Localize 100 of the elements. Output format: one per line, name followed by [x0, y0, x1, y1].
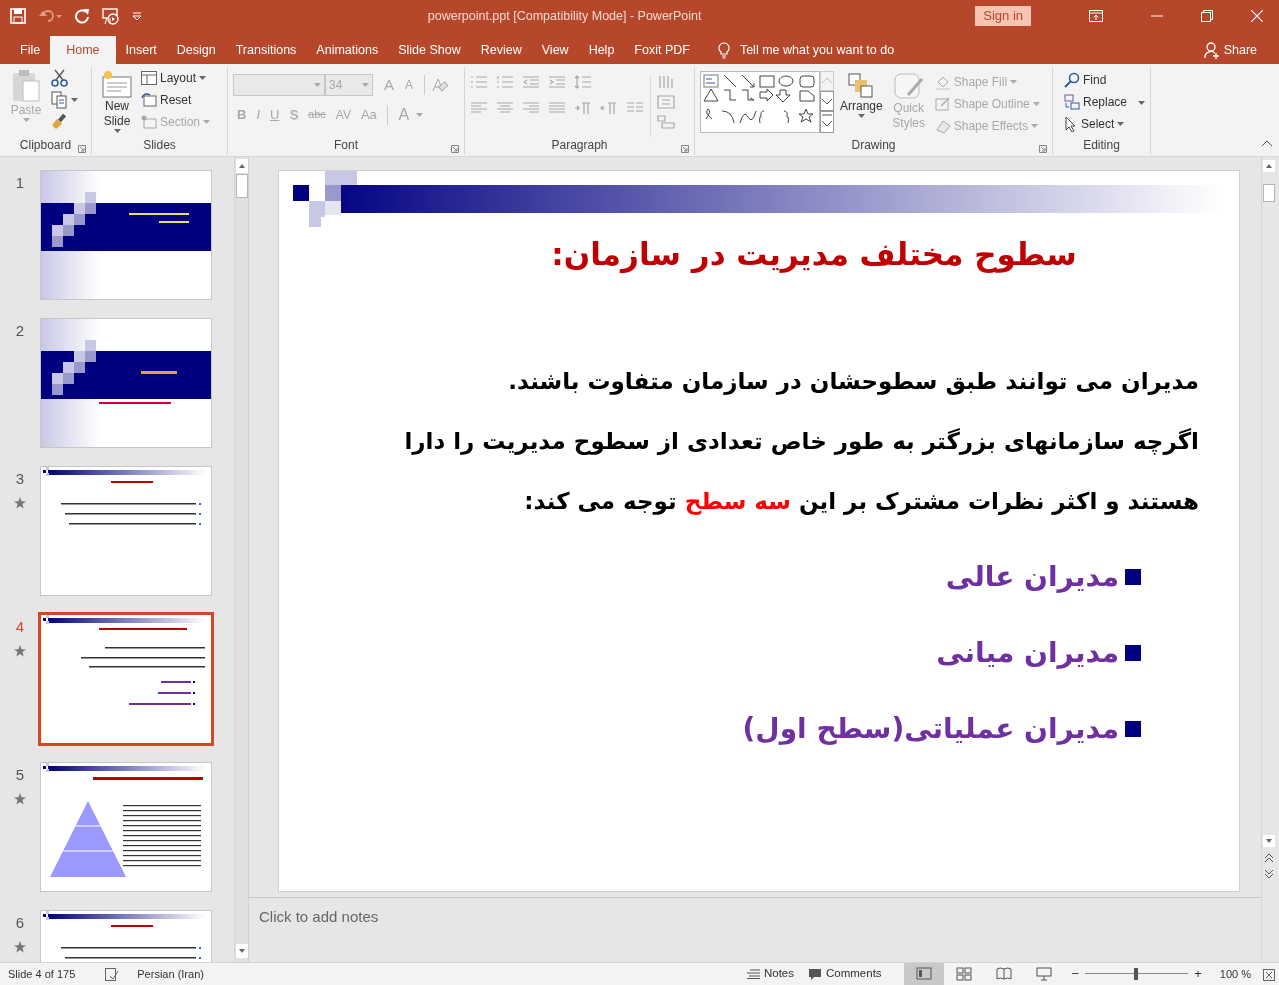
collapse-ribbon-icon[interactable]	[1261, 140, 1273, 148]
close-icon[interactable]	[1251, 10, 1263, 22]
comments-button[interactable]: Comments	[826, 965, 882, 983]
reset-button[interactable]: Reset	[141, 89, 211, 111]
scrollbar-thumb[interactable]	[236, 174, 248, 198]
presentation-icon[interactable]	[102, 7, 120, 25]
save-icon[interactable]	[10, 8, 26, 24]
slide-thumbnail[interactable]	[40, 762, 212, 892]
ribbon-display-options-icon[interactable]	[1089, 10, 1103, 22]
slide-title: سطوح مختلف مدیریت در سازمان:	[550, 235, 1078, 275]
zoom-in-button[interactable]: +	[1194, 964, 1202, 984]
group-label: Drawing	[700, 137, 1047, 155]
ribbon-tab[interactable]: Home	[50, 36, 116, 64]
zoom-slider[interactable]	[1085, 967, 1189, 981]
tell-me-search[interactable]: Tell me what you want to do	[739, 40, 895, 60]
slide-paragraph: مدیران می توانند طبق سطوحشان در سازمان متفاوت باشند.	[507, 367, 1199, 397]
shape-outline-icon	[934, 96, 951, 112]
slide-number: 2	[14, 321, 26, 341]
ribbon-tab[interactable]: Insert	[115, 36, 167, 64]
gallery-more-icon[interactable]	[820, 111, 834, 133]
notes-placeholder[interactable]: Click to add notes	[259, 908, 379, 925]
slide-thumbnail[interactable]	[38, 612, 214, 746]
group-label: Paragraph	[470, 137, 689, 155]
ribbon-tab[interactable]: Help	[578, 36, 625, 64]
caret-icon	[314, 83, 321, 88]
caret-icon	[199, 76, 207, 80]
slide-number: 3	[14, 469, 26, 489]
ribbon-tab[interactable]: File	[10, 36, 51, 64]
ribbon-tab[interactable]: View	[531, 36, 579, 64]
share-button[interactable]: Share	[1223, 40, 1257, 60]
fit-to-window-icon[interactable]	[1263, 968, 1275, 981]
group-label: Slides	[142, 137, 177, 154]
caret-icon	[203, 120, 211, 124]
person-add-icon[interactable]	[1203, 41, 1220, 59]
restore-icon[interactable]	[1201, 10, 1213, 22]
scroll-down-icon[interactable]	[1262, 834, 1276, 848]
caret-icon	[362, 83, 369, 88]
zoom-out-button[interactable]: −	[1071, 964, 1080, 984]
view-button[interactable]	[903, 963, 944, 985]
ribbon-tab[interactable]: Review	[470, 36, 532, 64]
notes-button[interactable]: Notes	[763, 965, 794, 983]
slider-thumb[interactable]	[1133, 968, 1138, 980]
layout-icon	[141, 71, 157, 85]
copy-icon[interactable]	[51, 91, 67, 109]
layout-button[interactable]: Layout	[141, 67, 211, 89]
ribbon-tab[interactable]: Foxit PDF	[624, 36, 700, 64]
select-button[interactable]: Select	[1064, 113, 1145, 135]
language-indicator[interactable]: Persian (Iran)	[137, 965, 204, 983]
scissors-icon[interactable]	[51, 69, 69, 87]
section-icon	[141, 115, 157, 129]
shape-fill-icon	[934, 74, 951, 90]
reset-icon	[141, 93, 157, 107]
group-label: Font	[233, 137, 459, 155]
gallery-down-icon[interactable]	[820, 91, 834, 111]
slide-thumbnail[interactable]	[40, 170, 212, 300]
scrollbar-thumb[interactable]	[1263, 184, 1275, 202]
slide-counter: Slide 4 of 175	[8, 966, 76, 982]
clipboard-icon	[11, 69, 41, 103]
caret-icon	[1138, 100, 1146, 105]
scroll-down-icon[interactable]	[236, 944, 248, 958]
magnifier-icon	[1064, 72, 1080, 88]
dialog-launcher-icon[interactable]	[78, 144, 86, 153]
caret-icon	[1010, 80, 1018, 84]
format-painter-icon[interactable]	[51, 113, 69, 129]
spelling-check-icon[interactable]	[105, 968, 120, 982]
arrange-button[interactable]: Arrange	[840, 71, 883, 137]
ribbon-tab[interactable]: Slide Show	[388, 36, 471, 64]
group-label: Clipboard	[5, 137, 86, 155]
slide-thumbnail[interactable]	[40, 318, 212, 448]
lightbulb-icon[interactable]	[717, 41, 730, 59]
previous-slide-icon[interactable]	[1263, 853, 1275, 863]
caret-icon	[857, 114, 865, 118]
scroll-up-icon[interactable]	[1262, 159, 1276, 173]
slide-thumbnail[interactable]	[40, 466, 212, 596]
replace-button[interactable]: Replace	[1064, 91, 1145, 113]
sign-in-button[interactable]: Sign in	[975, 6, 1031, 26]
slide-show-icon	[1035, 967, 1052, 981]
caret-icon	[71, 98, 78, 102]
redo-icon[interactable]	[74, 8, 90, 24]
caret-icon	[1117, 122, 1125, 126]
zoom-level[interactable]: 100 %	[1219, 965, 1251, 983]
next-slide-icon[interactable]	[1263, 869, 1275, 879]
comment-icon	[808, 968, 822, 980]
shapes-gallery-drawing[interactable]	[700, 71, 820, 133]
customize-caret-icon[interactable]	[132, 12, 142, 20]
slide-number: 6	[14, 913, 26, 933]
ribbon-tab[interactable]: Transitions	[225, 36, 307, 64]
slide-number: 5	[14, 765, 26, 785]
quick-styles-icon	[893, 73, 924, 101]
find-button[interactable]: Find	[1064, 69, 1145, 91]
ribbon-tab[interactable]: Design	[166, 36, 226, 64]
shape-effects-icon	[934, 118, 951, 134]
dialog-launcher-icon[interactable]	[1039, 144, 1047, 153]
square-bullet-icon	[1125, 569, 1141, 585]
slide-paragraph: اگرچه سازمانهای بزرگتر به طور خاص تعدادی از سطوح مدیریت را دارا هستند و اکثر نظرات مشترک بر این سه سطح توجه می کند:	[403, 427, 1199, 517]
caret-icon	[1031, 124, 1039, 128]
new-slide-button[interactable]: New Slide	[97, 67, 137, 137]
caret-icon	[1032, 102, 1040, 106]
scroll-up-icon[interactable]	[236, 159, 248, 173]
ribbon-tab[interactable]: Animations	[306, 36, 389, 64]
